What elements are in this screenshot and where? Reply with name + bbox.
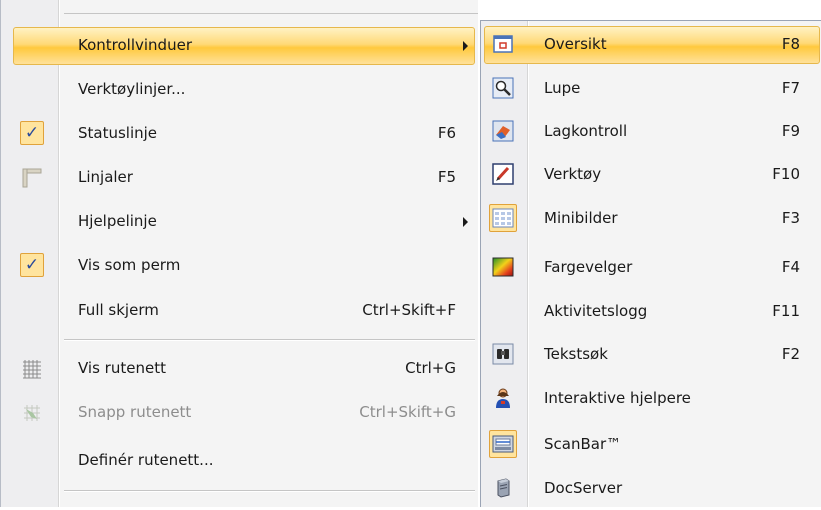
submenu-item-shortcut: F2 [781, 345, 800, 363]
menu-item-snapp-rutenett: Snapp rutenett Ctrl+Skift+G [1, 393, 478, 433]
submenu-arrow-icon [463, 41, 468, 51]
submenu-item-label: DocServer [544, 479, 623, 497]
submenu-item-label: Minibilder [544, 209, 618, 227]
submenu-item-scanbar[interactable]: ScanBar™ [481, 424, 821, 466]
check-icon: ✓ [20, 253, 44, 277]
view-menu: Kontrollvinduer Verktøylinjer... ✓ Statu… [0, 0, 478, 507]
submenu-item-minibilder[interactable]: Minibilder F3 [481, 198, 821, 240]
menu-item-shortcut: F6 [437, 124, 456, 142]
menu-separator [64, 339, 475, 341]
submenu-item-shortcut: F11 [772, 302, 800, 320]
menu-item-hjelpelinje[interactable]: Hjelpelinje [1, 202, 478, 242]
check-icon: ✓ [20, 121, 44, 145]
submenu-item-label: ScanBar™ [544, 435, 622, 453]
menu-item-label: Full skjerm [78, 301, 159, 319]
menu-item-label: Definér rutenett... [78, 451, 214, 469]
submenu-item-label: Aktivitetslogg [544, 302, 648, 320]
submenu-arrow-icon [463, 217, 468, 227]
submenu-item-label: Verktøy [544, 165, 602, 183]
submenu-item-shortcut: F9 [781, 122, 800, 140]
menu-item-definer-rutenett[interactable]: Definér rutenett... [1, 441, 478, 481]
person-helper-icon [492, 387, 514, 409]
submenu-item-lagkontroll[interactable]: Lagkontroll F9 [481, 111, 821, 153]
menu-item-shortcut: Ctrl+G [405, 359, 456, 377]
color-picker-icon [492, 256, 514, 278]
menu-item-label: Vis som perm [78, 256, 181, 274]
menu-item-label: Vis rutenett [78, 359, 166, 377]
submenu-item-label: Interaktive hjelpere [544, 389, 691, 407]
menu-item-shortcut: F5 [437, 168, 456, 186]
magnifier-icon [492, 77, 514, 99]
menu-item-shortcut: Ctrl+Skift+F [362, 301, 456, 319]
submenu-item-fargevelger[interactable]: Fargevelger F4 [481, 247, 821, 289]
menu-item-kontrollvinduer[interactable]: Kontrollvinduer [1, 26, 478, 66]
menu-item-full-skjerm[interactable]: Full skjerm Ctrl+Skift+F [1, 291, 478, 331]
highlight-bar [484, 26, 820, 64]
snap-grid-icon [21, 402, 43, 424]
menu-item-label: Snapp rutenett [78, 403, 192, 421]
ruler-icon [21, 167, 43, 189]
submenu-item-shortcut: F4 [781, 258, 800, 276]
submenu-item-shortcut: F3 [781, 209, 800, 227]
submenu-item-label: Lagkontroll [544, 122, 628, 140]
menu-separator [64, 490, 475, 492]
submenu-item-label: Oversikt [544, 35, 607, 53]
menu-item-label: Statuslinje [78, 124, 158, 142]
pencil-tool-icon [492, 163, 514, 185]
menu-separator [64, 13, 478, 14]
submenu-item-label: Tekstsøk [544, 345, 608, 363]
menu-item-label: Linjaler [78, 168, 133, 186]
submenu-item-shortcut: F10 [772, 165, 800, 183]
submenu-item-verktoy[interactable]: Verktøy F10 [481, 154, 821, 196]
menu-item-label: Kontrollvinduer [78, 36, 192, 54]
submenu-item-shortcut: F7 [781, 79, 800, 97]
submenu-item-interaktive-hjelpere[interactable]: Interaktive hjelpere [481, 378, 821, 420]
menu-item-vis-som-perm[interactable]: ✓ Vis som perm [1, 246, 478, 286]
menu-item-linjaler[interactable]: Linjaler F5 [1, 158, 478, 198]
submenu-item-oversikt[interactable]: Oversikt F8 [481, 24, 821, 66]
submenu-item-label: Fargevelger [544, 258, 633, 276]
layer-control-icon [492, 120, 514, 142]
overview-window-icon [492, 33, 514, 55]
menu-item-statuslinje[interactable]: ✓ Statuslinje F6 [1, 114, 478, 154]
kontrollvinduer-submenu: Oversikt F8 Lupe F7 Lagkontroll F9 Verkt… [480, 20, 821, 507]
menu-item-label: Verktøylinjer... [78, 80, 186, 98]
menu-item-label: Hjelpelinje [78, 212, 157, 230]
submenu-item-label: Lupe [544, 79, 581, 97]
menu-item-verktoylinjer[interactable]: Verktøylinjer... [1, 70, 478, 110]
grid-icon [21, 358, 43, 380]
server-icon [492, 477, 514, 499]
binoculars-icon [492, 343, 514, 365]
menu-item-shortcut: Ctrl+Skift+G [359, 403, 456, 421]
submenu-item-docserver[interactable]: DocServer [481, 468, 821, 510]
scanner-icon [489, 430, 517, 458]
submenu-item-aktivitetslogg[interactable]: Aktivitetslogg F11 [481, 291, 821, 333]
menu-item-vis-rutenett[interactable]: Vis rutenett Ctrl+G [1, 349, 478, 389]
submenu-item-shortcut: F8 [781, 35, 800, 53]
submenu-item-tekstsok[interactable]: Tekstsøk F2 [481, 334, 821, 376]
thumbnails-icon [489, 204, 517, 232]
submenu-item-lupe[interactable]: Lupe F7 [481, 68, 821, 110]
